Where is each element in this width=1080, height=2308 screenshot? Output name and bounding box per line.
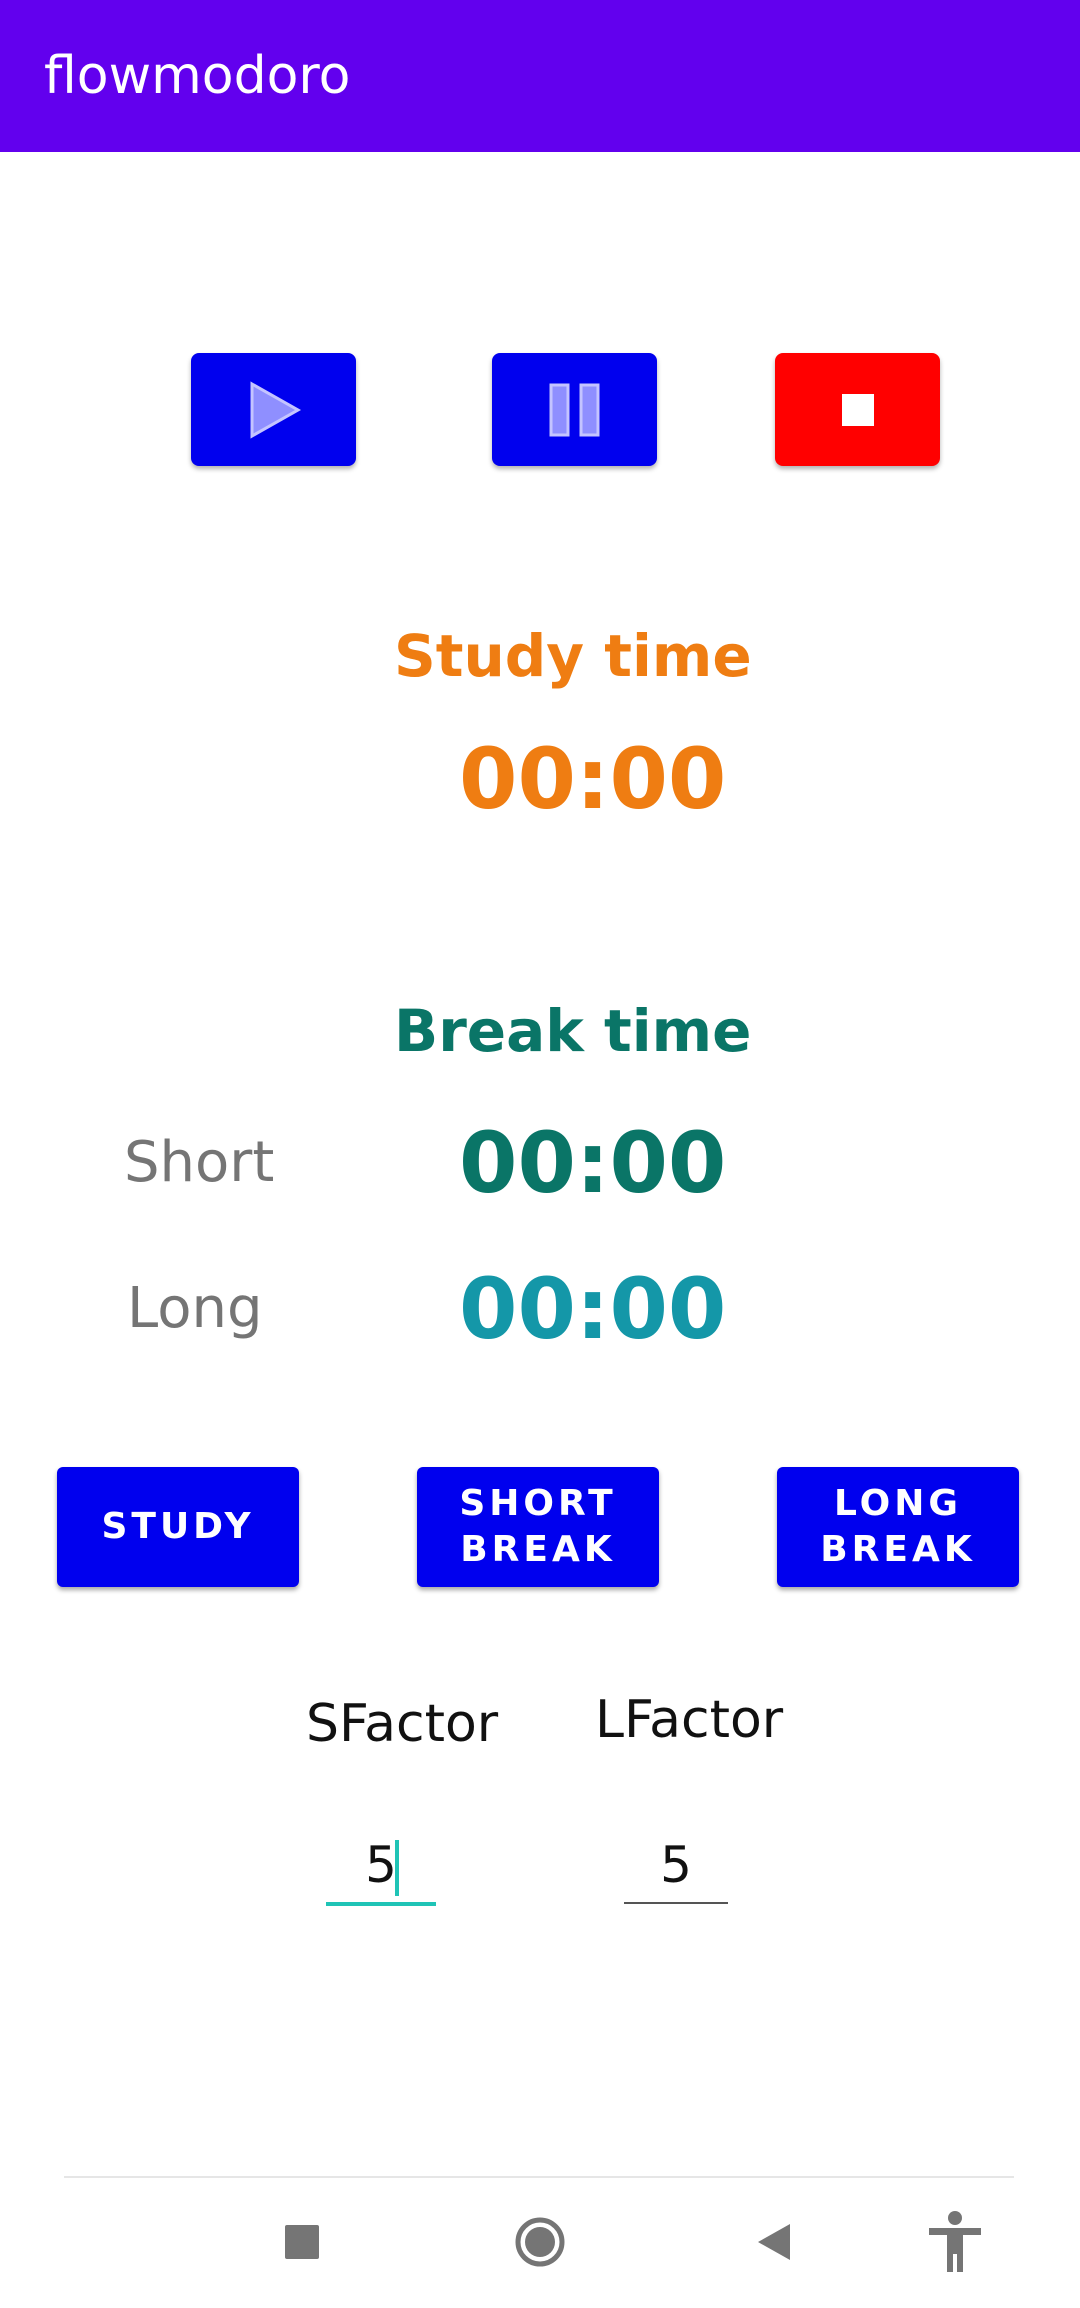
play-icon <box>250 380 301 439</box>
app-title: flowmodoro <box>44 46 351 106</box>
study-button-label: STUDY <box>101 1506 255 1547</box>
lfactor-label: LFactor <box>595 1690 784 1750</box>
home-button[interactable] <box>508 2210 572 2274</box>
app-bar: flowmodoro <box>0 0 1080 152</box>
break-time-label: Break time <box>394 997 752 1065</box>
short-break-button-label: SHORT BREAK <box>459 1483 617 1570</box>
text-cursor <box>395 1840 399 1896</box>
sfactor-label: SFactor <box>306 1694 499 1754</box>
short-break-timer: 00:00 <box>459 1114 727 1212</box>
long-break-button[interactable]: LONG BREAK <box>777 1467 1019 1587</box>
play-button[interactable] <box>191 353 356 466</box>
pause-button[interactable] <box>492 353 657 466</box>
sfactor-input[interactable] <box>326 1830 436 1900</box>
short-break-button[interactable]: SHORT BREAK <box>417 1467 659 1587</box>
stop-icon <box>841 393 874 426</box>
long-break-label: Long <box>127 1276 263 1341</box>
lfactor-underline <box>624 1902 728 1904</box>
study-time-label: Study time <box>394 622 752 690</box>
long-break-timer: 00:00 <box>459 1260 727 1358</box>
pause-icon <box>549 383 599 436</box>
short-break-label: Short <box>124 1130 275 1195</box>
nav-divider <box>64 2176 1014 2178</box>
recents-button[interactable] <box>270 2210 334 2274</box>
back-button[interactable] <box>740 2210 804 2274</box>
study-timer: 00:00 <box>459 730 727 828</box>
recents-icon <box>285 2225 319 2259</box>
stop-button[interactable] <box>775 353 940 466</box>
lfactor-input[interactable] <box>624 1830 728 1900</box>
accessibility-button[interactable] <box>923 2210 987 2274</box>
screen: flowmodoro Study time 00:00 Break time S… <box>0 0 1080 2308</box>
long-break-button-label: LONG BREAK <box>820 1483 976 1570</box>
back-icon <box>758 2224 790 2260</box>
sfactor-focus-underline <box>326 1902 436 1906</box>
accessibility-icon <box>929 2211 981 2272</box>
home-icon <box>515 2217 565 2267</box>
study-button[interactable]: STUDY <box>57 1467 299 1587</box>
